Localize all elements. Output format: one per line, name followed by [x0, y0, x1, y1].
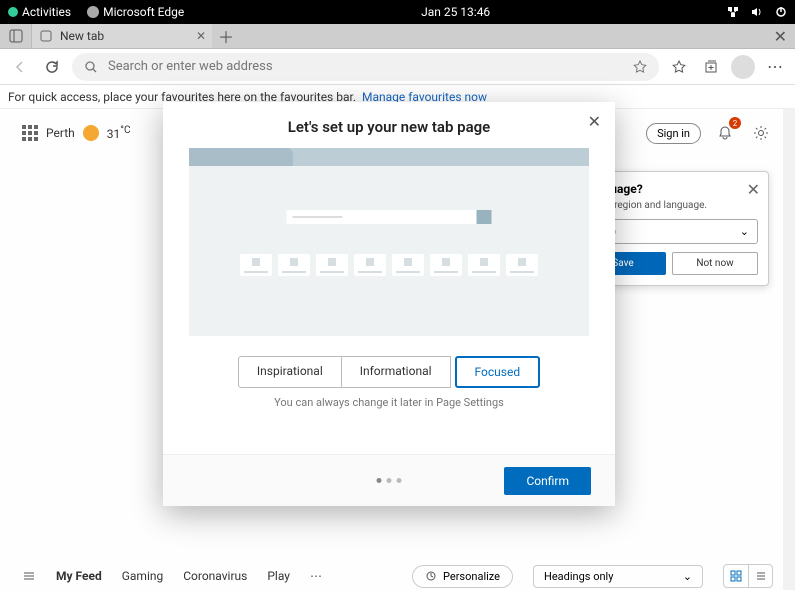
feed-tab-coronavirus[interactable]: Coronavirus: [183, 569, 247, 583]
close-tab-button[interactable]: ✕: [196, 29, 206, 43]
layout-preview: [189, 148, 589, 336]
system-bar: Activities Microsoft Edge Jan 25 13:46: [0, 0, 795, 24]
notification-badge: 2: [729, 117, 741, 129]
activities-button[interactable]: Activities: [8, 5, 71, 19]
app-menu-button[interactable]: ⋯: [763, 55, 787, 79]
window-close-button[interactable]: ✕: [774, 27, 795, 46]
reload-button[interactable]: [40, 55, 64, 79]
activities-icon: [8, 7, 18, 17]
confirm-button[interactable]: Confirm: [504, 467, 591, 495]
close-icon[interactable]: ✕: [747, 180, 760, 199]
activities-label: Activities: [22, 5, 71, 19]
vertical-tabs-button[interactable]: [0, 24, 32, 48]
back-button[interactable]: [8, 55, 32, 79]
power-icon[interactable]: [775, 6, 787, 18]
setup-modal: ✕ Let's set up your new tab page Inspira…: [163, 102, 615, 506]
feed-tab-myfeed[interactable]: My Feed: [56, 569, 102, 583]
profile-avatar[interactable]: [731, 55, 755, 79]
lang-not-now-button[interactable]: Not now: [672, 252, 758, 275]
tab-focused[interactable]: Focused: [455, 356, 541, 388]
scrollbar[interactable]: [783, 109, 795, 590]
modal-hint: You can always change it later in Page S…: [163, 396, 615, 409]
app-launcher-icon[interactable]: [22, 125, 38, 141]
style-tabs: Inspirational Informational Focused: [163, 356, 615, 388]
step-indicator: [377, 478, 402, 483]
chevron-down-icon: ⌄: [683, 570, 692, 583]
new-tab-button[interactable]: ＋: [212, 24, 240, 48]
app-label: Microsoft Edge: [103, 5, 184, 19]
personalize-icon: [425, 570, 437, 582]
toolbar: Search or enter web address ⋯: [0, 49, 795, 85]
feed-bar: My Feed Gaming Coronavirus Play ⋯ Person…: [0, 562, 795, 590]
notifications-button[interactable]: 2: [713, 121, 737, 145]
modal-close-button[interactable]: ✕: [588, 112, 601, 131]
modal-title: Let's set up your new tab page: [163, 102, 615, 148]
browser-tab[interactable]: New tab ✕: [32, 24, 212, 48]
feed-menu-icon[interactable]: [22, 569, 36, 583]
sign-in-button[interactable]: Sign in: [646, 123, 701, 144]
tab-inspirational[interactable]: Inspirational: [238, 356, 342, 388]
search-icon: [84, 60, 98, 74]
list-view-button[interactable]: [748, 565, 772, 587]
network-icon[interactable]: [727, 6, 739, 18]
sun-icon: [83, 125, 99, 141]
app-indicator[interactable]: Microsoft Edge: [87, 5, 184, 19]
personalize-label: Personalize: [443, 570, 500, 583]
address-placeholder: Search or enter web address: [108, 59, 273, 74]
personalize-button[interactable]: Personalize: [412, 565, 513, 588]
feed-tab-gaming[interactable]: Gaming: [122, 569, 164, 583]
feed-more-button[interactable]: ⋯: [310, 569, 322, 583]
tab-informational[interactable]: Informational: [342, 356, 451, 388]
layout-select-label: Headings only: [544, 570, 613, 583]
favorites-button[interactable]: [667, 55, 691, 79]
address-bar[interactable]: Search or enter web address: [72, 53, 659, 81]
chevron-down-icon: ⌄: [740, 225, 749, 238]
grid-view-button[interactable]: [724, 565, 748, 587]
weather-location[interactable]: Perth: [46, 126, 75, 140]
feed-tab-play[interactable]: Play: [267, 569, 290, 583]
favorite-star-icon[interactable]: [633, 60, 647, 74]
weather-temp[interactable]: 31°C: [107, 125, 131, 141]
tab-label: New tab: [60, 29, 104, 43]
edge-icon: [87, 6, 99, 18]
settings-button[interactable]: [749, 121, 773, 145]
system-clock[interactable]: Jan 25 13:46: [184, 5, 727, 19]
tab-bar: New tab ✕ ＋ ✕: [0, 24, 795, 49]
tab-favicon-icon: [40, 30, 52, 42]
speaker-icon[interactable]: [751, 6, 763, 18]
layout-select[interactable]: Headings only ⌄: [533, 565, 703, 588]
collections-button[interactable]: [699, 55, 723, 79]
